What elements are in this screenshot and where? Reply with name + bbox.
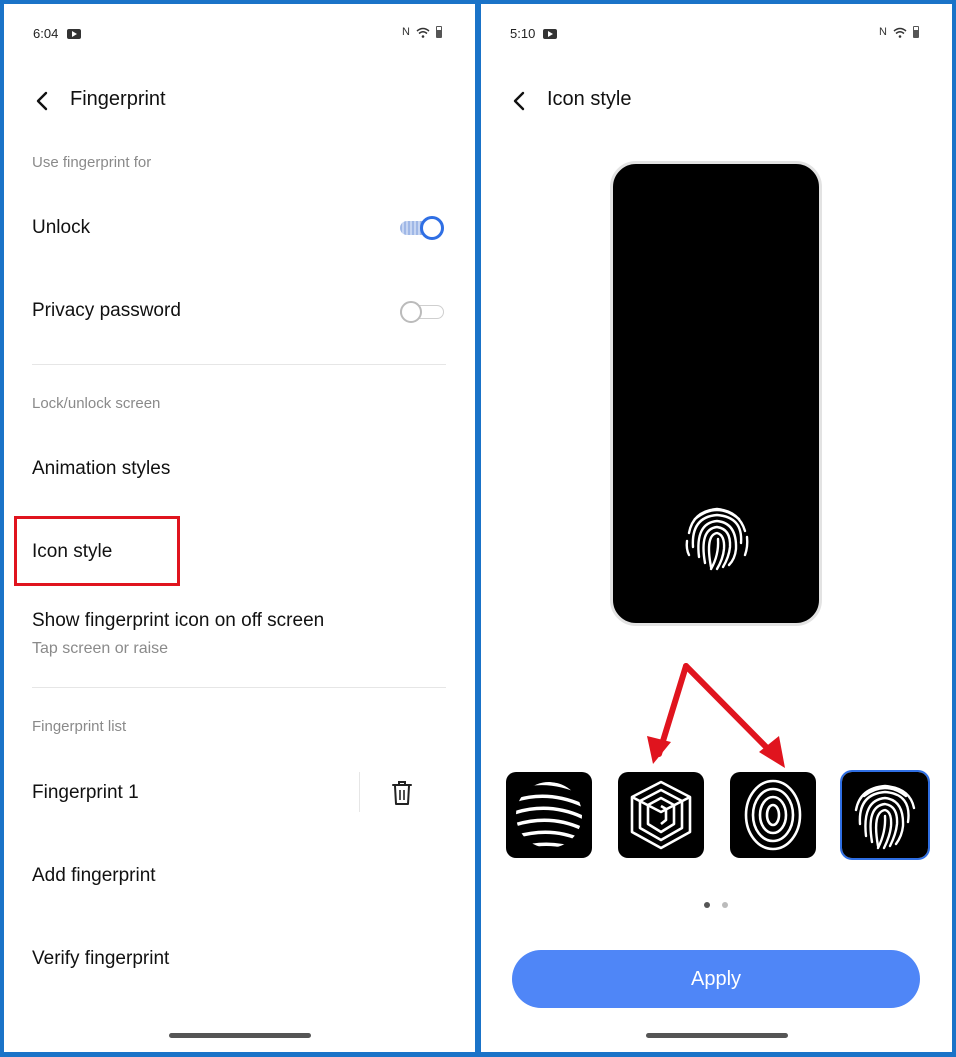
section-fingerprint-list: Fingerprint list	[32, 718, 127, 735]
toggle-knob	[420, 216, 444, 240]
divider	[32, 687, 446, 688]
fingerprint-1-item[interactable]: Fingerprint 1	[32, 782, 139, 804]
status-bar: 6:04 N	[4, 4, 475, 64]
page-dot[interactable]	[722, 902, 728, 908]
divider	[32, 364, 446, 365]
wifi-icon	[893, 27, 907, 38]
nfc-icon: N	[879, 26, 887, 38]
verify-fingerprint-item[interactable]: Verify fingerprint	[32, 948, 169, 970]
unlock-toggle[interactable]	[400, 216, 446, 240]
back-arrow-icon[interactable]	[509, 90, 531, 112]
annotation-arrows	[647, 663, 785, 768]
status-icons: N	[879, 26, 919, 38]
toggle-knob	[400, 301, 422, 323]
privacy-password-toggle[interactable]	[400, 300, 446, 323]
status-time: 6:04	[33, 26, 59, 41]
page-title: Icon style	[547, 88, 632, 110]
youtube-notification-icon	[543, 29, 557, 39]
sphere-stripes-icon[interactable]	[506, 772, 592, 858]
youtube-notification-icon	[67, 29, 81, 39]
wifi-icon	[416, 27, 430, 38]
privacy-password-label[interactable]: Privacy password	[32, 300, 181, 322]
unlock-label[interactable]: Unlock	[32, 217, 90, 239]
status-icons: N	[402, 26, 442, 38]
nfc-icon: N	[402, 26, 410, 38]
hexagon-lines-icon[interactable]	[618, 772, 704, 858]
battery-icon	[435, 26, 442, 38]
battery-icon	[912, 26, 919, 38]
header: Fingerprint	[4, 84, 475, 120]
apply-button[interactable]: Apply	[512, 950, 920, 1008]
section-lock-unlock-screen: Lock/unlock screen	[32, 395, 161, 412]
icon-style-highlight-box	[14, 516, 180, 586]
show-icon-off-screen-item[interactable]: Show fingerprint icon on off screen	[32, 610, 324, 632]
classic-fingerprint-icon[interactable]	[840, 770, 930, 860]
add-fingerprint-item[interactable]: Add fingerprint	[32, 865, 156, 887]
trash-icon[interactable]	[391, 780, 413, 806]
home-indicator[interactable]	[646, 1033, 788, 1038]
vertical-separator	[359, 772, 360, 812]
status-time: 5:10	[510, 26, 536, 41]
fingerprint-icon	[685, 507, 749, 571]
icon-style-screen: 5:10 N Icon style Apply	[481, 4, 952, 1052]
oval-fingerprint-icon[interactable]	[730, 772, 816, 858]
section-use-fingerprint-for: Use fingerprint for	[32, 154, 152, 171]
back-arrow-icon[interactable]	[32, 90, 54, 112]
show-icon-off-screen-subtitle: Tap screen or raise	[32, 640, 169, 657]
status-bar: 5:10 N	[481, 4, 952, 64]
fingerprint-settings-screen: 6:04 N Fingerprint Use fingerprint for U…	[4, 4, 475, 1052]
animation-styles-item[interactable]: Animation styles	[32, 458, 170, 480]
page-title: Fingerprint	[70, 88, 166, 110]
page-dot-active[interactable]	[704, 902, 710, 908]
phone-preview	[610, 161, 822, 626]
header: Icon style	[481, 84, 952, 120]
home-indicator[interactable]	[169, 1033, 311, 1038]
